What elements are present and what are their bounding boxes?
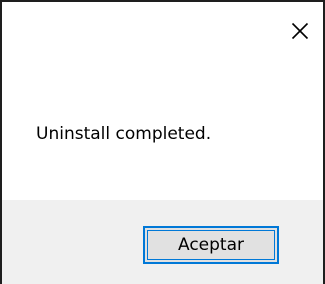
close-icon — [291, 22, 309, 40]
title-bar — [2, 2, 323, 60]
message-text: Uninstall completed. — [36, 124, 212, 144]
dialog-content: Uninstall completed. — [2, 60, 323, 200]
close-button[interactable] — [277, 2, 323, 60]
accept-button-label: Aceptar — [178, 235, 244, 255]
message-dialog: Uninstall completed. Aceptar — [0, 0, 325, 284]
button-bar: Aceptar — [2, 200, 323, 284]
accept-button[interactable]: Aceptar — [143, 226, 279, 264]
